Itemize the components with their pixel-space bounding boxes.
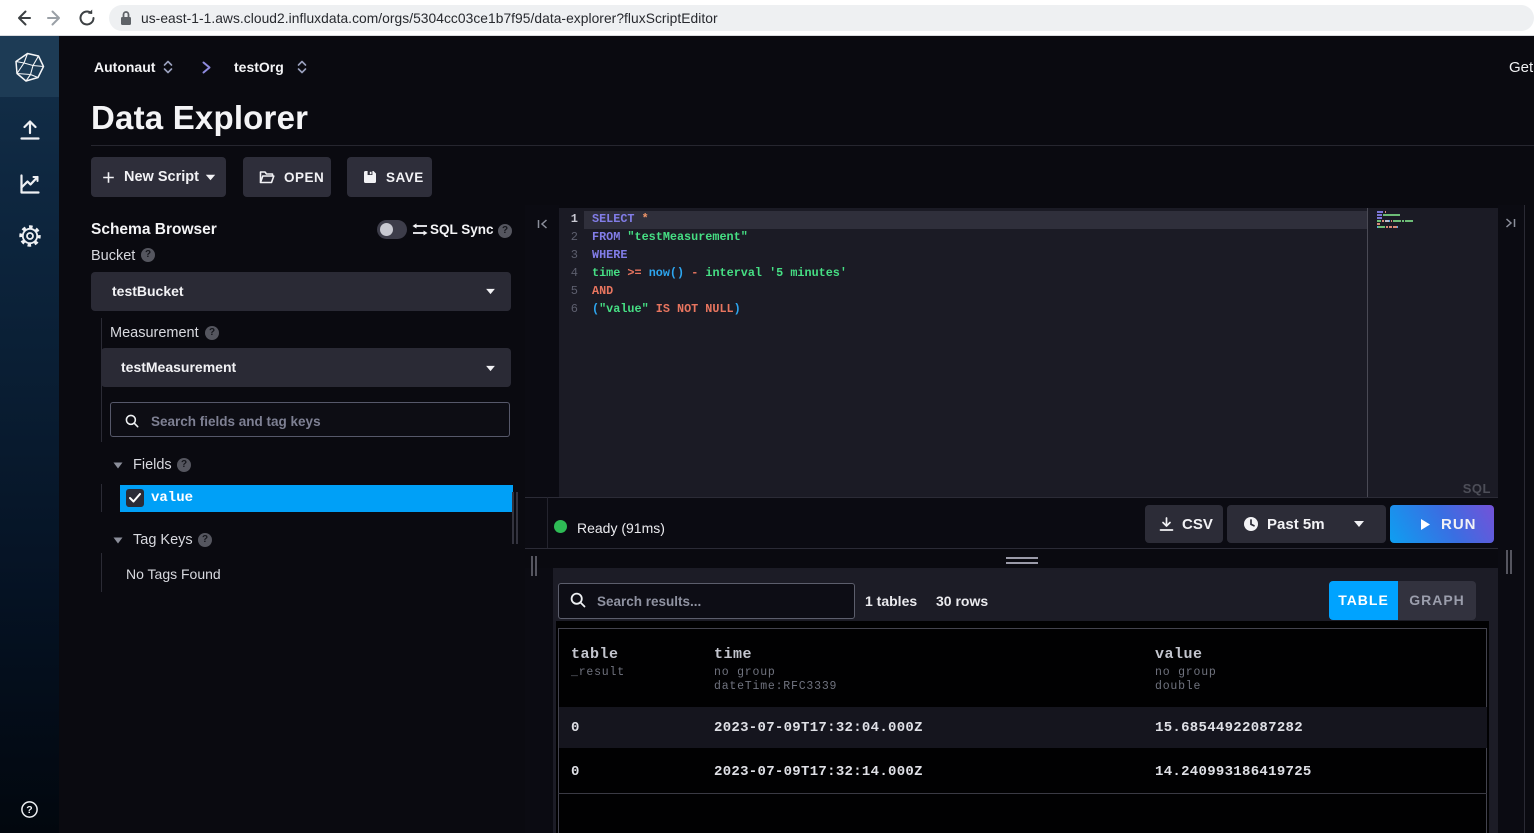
svg-text:?: ?	[26, 804, 32, 816]
